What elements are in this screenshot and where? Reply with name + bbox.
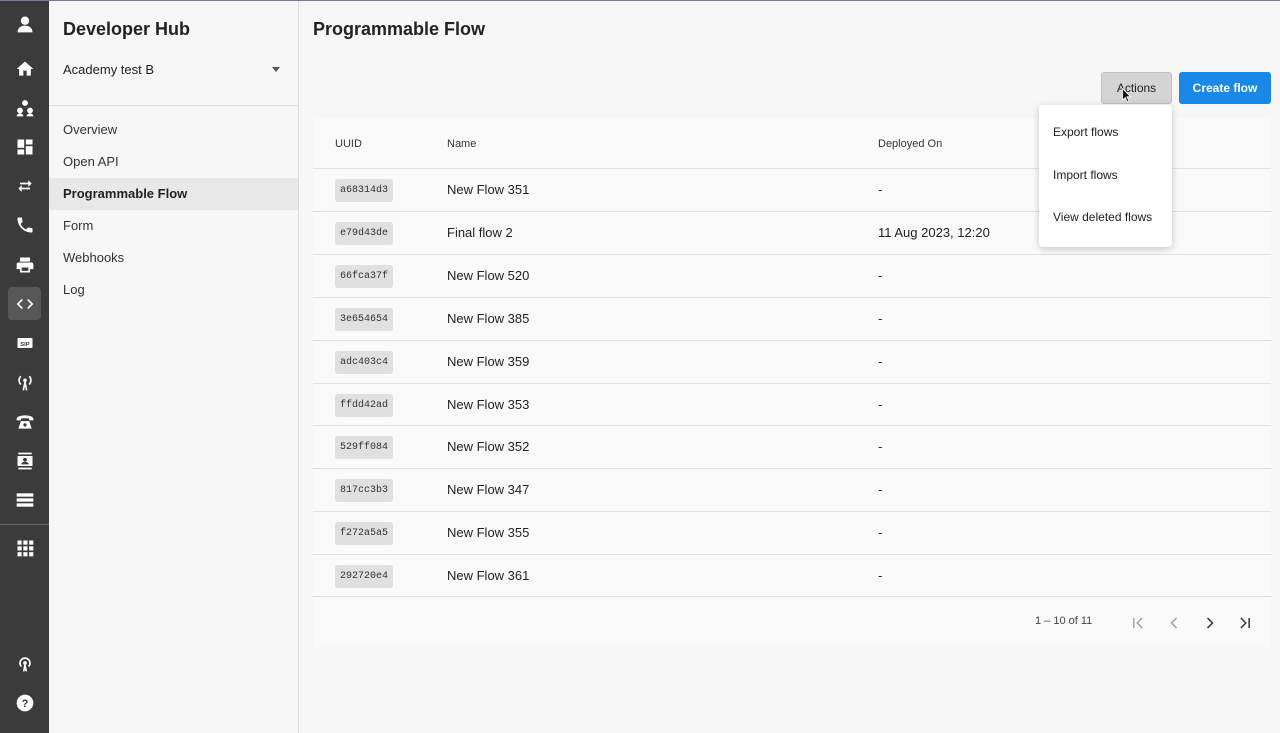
actions-button[interactable]: Actions [1101,72,1172,104]
server-list-icon[interactable] [8,483,41,516]
table-row[interactable]: ffdd42ad New Flow 353 - [313,383,1271,426]
table-footer-divider [313,596,1271,597]
deployed-on: - [878,439,883,454]
flow-name[interactable]: New Flow 353 [447,397,529,412]
flow-name[interactable]: New Flow 355 [447,525,529,540]
deployed-on: - [878,354,883,369]
apps-grid-icon[interactable] [8,531,41,564]
table-row[interactable]: 529ff084 New Flow 352 - [313,425,1271,468]
icon-rail: SIP ? [0,1,49,733]
contact-card-icon[interactable] [8,444,41,477]
deployed-on: - [878,268,883,283]
table-row[interactable]: adc403c4 New Flow 359 - [313,340,1271,383]
dashboard-icon[interactable] [8,130,41,163]
flow-name[interactable]: New Flow 520 [447,268,529,283]
flow-name[interactable]: New Flow 351 [447,182,529,197]
telephone-icon[interactable] [8,405,41,438]
uuid-chip: 3e654654 [335,308,394,331]
account-selector[interactable]: Academy test B [63,62,154,77]
uuid-chip: a68314d3 [335,179,394,202]
chevron-down-icon[interactable] [272,67,280,72]
uuid-chip: 817cc3b3 [335,479,394,502]
column-header-deployed-on[interactable]: Deployed On [878,138,942,150]
menu-item-export-flows[interactable]: Export flows [1039,111,1172,153]
uuid-chip: 529ff084 [335,436,394,459]
flow-name[interactable]: New Flow 352 [447,439,529,454]
last-page-icon[interactable] [1233,611,1257,635]
first-page-icon[interactable] [1126,611,1150,635]
transfer-arrows-icon[interactable] [8,169,41,202]
table-row[interactable]: 66fca37f New Flow 520 - [313,254,1271,297]
pagination-range: 1 – 10 of 11 [1035,615,1093,627]
deployed-on: - [878,482,883,497]
printer-icon[interactable] [8,248,41,281]
deployed-on: - [878,525,883,540]
signal-icon[interactable] [8,646,41,679]
column-header-uuid: UUID [335,138,362,150]
user-avatar-icon[interactable] [8,7,41,40]
sidebar-item-form[interactable]: Form [49,210,298,242]
deployed-on: - [878,311,883,326]
deployed-on: 11 Aug 2023, 12:20 [878,225,990,240]
sidebar-divider [49,105,298,106]
svg-text:?: ? [21,698,28,710]
uuid-chip: e79d43de [335,222,394,245]
uuid-chip: 292720e4 [335,565,394,588]
sidebar-item-overview[interactable]: Overview [49,114,298,146]
code-icon[interactable] [8,287,41,320]
app-title: Developer Hub [63,19,191,39]
table-row[interactable]: 817cc3b3 New Flow 347 - [313,468,1271,511]
deployed-on: - [878,568,883,583]
column-header-name[interactable]: Name [447,138,476,150]
uuid-chip: 66fca37f [335,265,394,288]
flow-name[interactable]: Final flow 2 [447,225,513,240]
flow-name[interactable]: New Flow 347 [447,482,529,497]
table-row[interactable]: f272a5a5 New Flow 355 - [313,511,1271,554]
sidebar-item-webhooks[interactable]: Webhooks [49,242,298,274]
sidebar-item-open-api[interactable]: Open API [49,146,298,178]
home-icon[interactable] [8,52,41,85]
create-flow-button[interactable]: Create flow [1179,72,1271,104]
menu-item-import-flows[interactable]: Import flows [1039,154,1172,196]
broadcast-icon[interactable] [8,365,41,398]
uuid-chip: f272a5a5 [335,522,394,545]
flow-name[interactable]: New Flow 385 [447,311,529,326]
actions-menu: Export flows Import flows View deleted f… [1039,105,1172,247]
next-page-icon[interactable] [1198,611,1222,635]
sip-icon[interactable]: SIP [8,326,41,359]
sidebar: Developer Hub Academy test B Overview Op… [49,1,299,733]
menu-item-view-deleted-flows[interactable]: View deleted flows [1039,196,1172,238]
sidebar-item-programmable-flow[interactable]: Programmable Flow [49,178,298,210]
table-row[interactable]: 292720e4 New Flow 361 - [313,554,1271,597]
contacts-group-icon[interactable] [8,91,41,124]
help-icon[interactable]: ? [8,686,41,719]
svg-text:SIP: SIP [20,341,30,347]
uuid-chip: adc403c4 [335,351,394,374]
page-title: Programmable Flow [313,19,486,39]
mouse-cursor-icon [1122,88,1132,103]
uuid-chip: ffdd42ad [335,394,394,417]
rail-divider [0,524,49,525]
deployed-on: - [878,182,883,197]
sidebar-item-log[interactable]: Log [49,274,298,306]
previous-page-icon[interactable] [1162,611,1186,635]
flow-name[interactable]: New Flow 361 [447,568,529,583]
flow-name[interactable]: New Flow 359 [447,354,529,369]
table-row[interactable]: 3e654654 New Flow 385 - [313,297,1271,340]
deployed-on: - [878,397,883,412]
phone-call-icon[interactable] [8,208,41,241]
